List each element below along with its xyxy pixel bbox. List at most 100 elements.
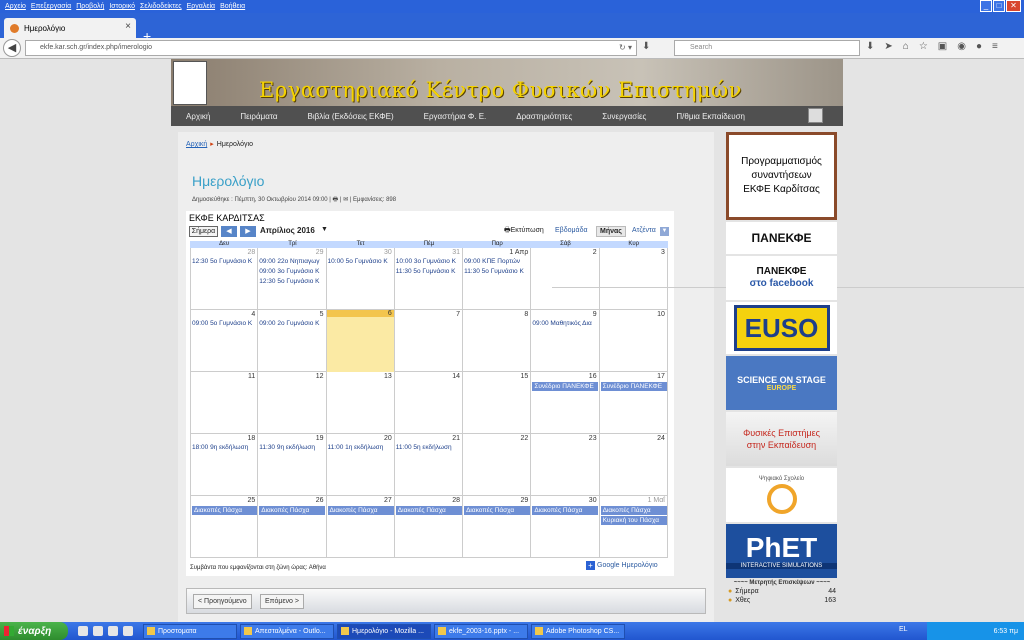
nav-labs[interactable]: Εργαστήρια Φ. Ε. (424, 112, 487, 121)
day-cell[interactable]: 30 10:00 5ο Γυμνάσιο Κ (327, 248, 395, 310)
allday-event[interactable]: Διακοπές Πάσχα (464, 506, 531, 515)
ie-icon[interactable] (108, 626, 118, 636)
allday-event[interactable]: Διακοπές Πάσχα (327, 506, 394, 515)
prev-button[interactable]: < Προηγούμενο (193, 594, 252, 609)
taskbar-item[interactable]: Adobe Photoshop CS... (531, 623, 625, 639)
breadcrumb-home[interactable]: Αρχική (186, 141, 207, 148)
next-month-icon[interactable]: ▶ (240, 226, 256, 237)
day-cell[interactable]: 15 (463, 372, 532, 434)
calendar-event[interactable]: 09:00 5ο Γυμνάσιο Κ (192, 320, 257, 327)
print-link[interactable]: 🖶Εκτύπωση (504, 226, 544, 237)
today-button[interactable]: Σήμερα (189, 226, 218, 237)
allday-event[interactable]: Συνέδριο ΠΑΝΕΚΦΕ (532, 382, 599, 391)
day-cell[interactable]: 14 (395, 372, 464, 434)
nav-edit-icon[interactable] (808, 108, 823, 123)
minimize-icon[interactable]: _ (980, 0, 992, 12)
chrome-icon[interactable] (93, 626, 103, 636)
calendar-event[interactable]: 11:30 9η εκδήλωση (259, 444, 325, 451)
allday-event[interactable]: Κυριακή του Πάσχα (600, 516, 667, 525)
reload-icon[interactable]: ↻ ▾ (619, 41, 632, 55)
day-cell[interactable]: 17 Συνέδριο ΠΑΝΕΚΦΕ (600, 372, 668, 434)
download-icon[interactable]: ⬇ (642, 41, 650, 52)
nav-books[interactable]: Βιβλία (Εκδόσεις ΕΚΦΕ) (308, 112, 394, 121)
calendar-event[interactable]: 09:00 3ο Γυμνάσιο Κ (259, 268, 325, 275)
pocket-icon[interactable]: ▣ (938, 41, 947, 52)
day-cell[interactable]: 9 09:00 Μαθητικός Δια (531, 310, 600, 372)
allday-event[interactable]: Διακοπές Πάσχα (395, 506, 462, 515)
next-button[interactable]: Επόμενο > (260, 594, 304, 609)
calendar-event[interactable]: 11:30 5ο Γυμνάσιο Κ (396, 268, 462, 275)
day-cell[interactable]: 29 Διακοπές Πάσχα (463, 496, 532, 558)
menu-tools[interactable]: Εργαλεία (187, 3, 215, 10)
day-cell[interactable]: 29 09:00 22ο Νηπιαγωγ 09:00 3ο Γυμνάσιο Κ 1… (258, 248, 327, 310)
day-cell[interactable]: 23 (531, 434, 600, 496)
calendar-event[interactable]: 09:00 ΚΠΕ Πορτών (464, 258, 530, 265)
tab-month[interactable]: Μήνας (596, 226, 626, 237)
day-cell[interactable]: 28 Διακοπές Πάσχα (395, 496, 464, 558)
day-cell[interactable]: 6 (326, 310, 395, 372)
nav-collaborations[interactable]: Συνεργασίες (602, 112, 646, 121)
day-cell[interactable]: 22 (463, 434, 532, 496)
menu-history[interactable]: Ιστορικό (109, 3, 135, 10)
taskbar-item[interactable]: Απεσταλμένα - Outlo... (240, 623, 334, 639)
tab-close-icon[interactable]: × (125, 21, 131, 32)
allday-event[interactable]: Διακοπές Πάσχα (532, 506, 599, 515)
nav-home[interactable]: Αρχική (186, 112, 210, 121)
browser-tab[interactable]: Ημερολόγιο × (4, 18, 136, 38)
calendar-event[interactable]: 12:30 5ο Γυμνάσιο Κ (259, 278, 325, 285)
banner-panekfe[interactable]: ΠΑΝΕΚΦΕ (726, 222, 837, 254)
agenda-dropdown-icon[interactable]: ▼ (660, 227, 669, 236)
day-cell[interactable]: 1 Μαΐ Διακοπές Πάσχα Κυριακή του Πάσχα (600, 496, 668, 558)
day-cell[interactable]: 20 11:00 1η εκδήλωση (327, 434, 395, 496)
day-cell[interactable]: 12 (258, 372, 327, 434)
calendar-event[interactable]: 10:00 5ο Γυμνάσιο Κ (328, 258, 394, 265)
day-cell[interactable]: 18 18:00 9η εκδήλωση (190, 434, 259, 496)
day-cell[interactable]: 21 11:00 5η εκδήλωση (395, 434, 464, 496)
nav-primary-ed[interactable]: Π/θμια Εκπαίδευση (676, 112, 745, 121)
calendar-event[interactable]: 10:00 3ο Γυμνάσιο Κ (396, 258, 462, 265)
day-cell[interactable]: 4 09:00 5ο Γυμνάσιο Κ (190, 310, 259, 372)
day-cell[interactable]: 3 (600, 248, 668, 310)
calendar-event[interactable]: 12:30 5ο Γυμνάσιο Κ (192, 258, 257, 265)
taskbar-item[interactable]: Προστοματα (143, 623, 237, 639)
day-cell[interactable]: 10 (600, 310, 668, 372)
calendar-event[interactable]: 09:00 22ο Νηπιαγωγ (259, 258, 325, 265)
start-button[interactable]: έναρξη (0, 622, 68, 640)
banner-panekfe-facebook[interactable]: ΠΑΝΕΚΦΕ στο facebook (726, 256, 837, 300)
day-cell[interactable]: 8 (463, 310, 532, 372)
maximize-icon[interactable]: □ (993, 0, 1005, 12)
calendar-event[interactable]: 11:30 5ο Γυμνάσιο Κ (464, 268, 530, 275)
tab-agenda[interactable]: Ατζέντα (629, 226, 659, 235)
day-cell[interactable]: 19 11:30 9η εκδήλωση (258, 434, 327, 496)
language-indicator[interactable]: EL (899, 626, 908, 633)
day-cell[interactable]: 2 (531, 248, 600, 310)
calendar-event[interactable]: 18:00 9η εκδήλωση (192, 444, 257, 451)
search-input[interactable]: Search (674, 40, 860, 56)
allday-event[interactable]: Διακοπές Πάσχα (192, 506, 258, 515)
back-arrow-icon[interactable]: ◀ (3, 39, 21, 57)
day-cell[interactable]: 30 Διακοπές Πάσχα (531, 496, 600, 558)
hamburger-menu-icon[interactable]: ≡ (992, 41, 998, 52)
home-icon[interactable]: ⌂ (903, 41, 909, 52)
menu-file[interactable]: Αρχείο (5, 3, 26, 10)
menu-bookmarks[interactable]: Σελιδοδείκτες (140, 3, 182, 10)
day-cell[interactable]: 27 Διακοπές Πάσχα (327, 496, 395, 558)
day-cell[interactable]: 7 (395, 310, 464, 372)
calendar-event[interactable]: 11:00 1η εκδήλωση (328, 444, 394, 451)
banner-physics-education[interactable]: Φυσικές Επιστήμες στην Εκπαίδευση (726, 412, 837, 466)
prev-month-icon[interactable]: ◀ (221, 226, 237, 237)
firefox-icon[interactable] (78, 626, 88, 636)
downloads-icon[interactable]: ⬇ (866, 41, 874, 52)
taskbar-item[interactable]: Ημερολόγιο - Mozilla ... (337, 623, 431, 639)
day-cell[interactable]: 31 10:00 3ο Γυμνάσιο Κ 11:30 5ο Γυμνάσιο Κ (395, 248, 464, 310)
taskbar-item[interactable]: ekfe_2003-16.pptx - ... (434, 623, 528, 639)
allday-event[interactable]: Διακοπές Πάσχα (259, 506, 326, 515)
calendar-event[interactable]: 11:00 5η εκδήλωση (396, 444, 462, 451)
menu-edit[interactable]: Επεξεργασία (31, 3, 71, 10)
allday-event[interactable]: Διακοπές Πάσχα (600, 506, 667, 515)
calendar-event[interactable]: 09:00 2ο Γυμνάσιο Κ (259, 320, 325, 327)
google-calendar-badge[interactable]: + Google Ημερολόγιο (586, 561, 658, 570)
banner-science-on-stage[interactable]: SCIENCE ON STAGE EUROPE (726, 356, 837, 410)
outlook-icon[interactable] (123, 626, 133, 636)
send-icon[interactable]: ➤ (884, 41, 892, 52)
